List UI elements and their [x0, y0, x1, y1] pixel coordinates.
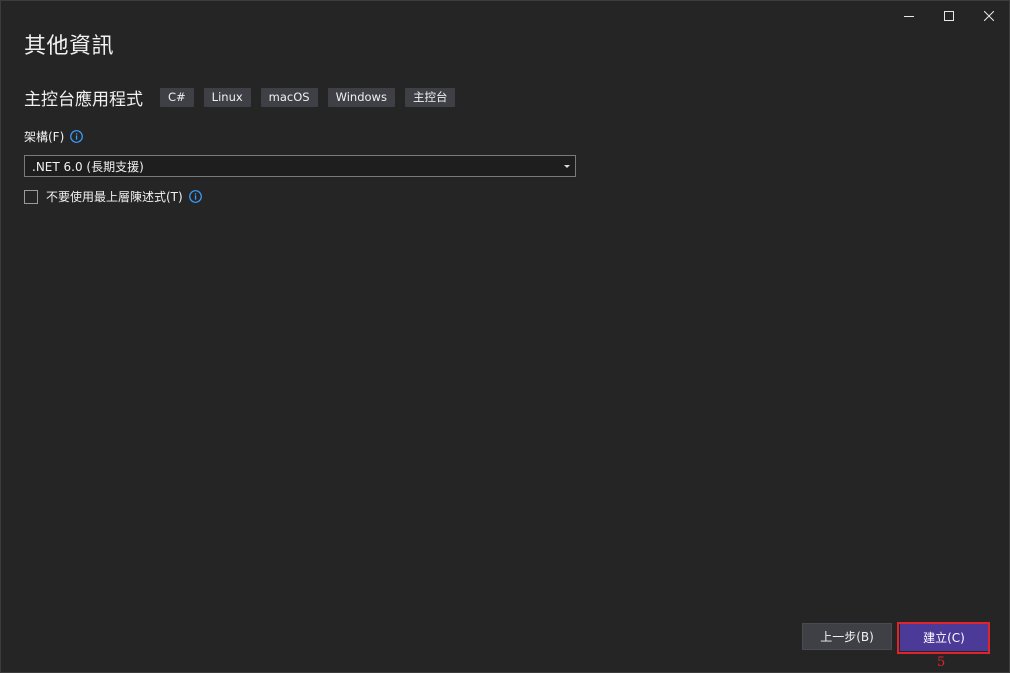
dialog-window: 其他資訊 主控台應用程式 C# Linux macOS Windows 主控台 …	[0, 0, 1010, 673]
project-template-name: 主控台應用程式	[24, 90, 143, 110]
back-button[interactable]: 上一步(B)	[802, 623, 892, 650]
minimize-icon	[904, 11, 914, 21]
info-icon[interactable]	[188, 190, 202, 203]
close-button[interactable]	[969, 1, 1009, 31]
framework-selected-value: .NET 6.0 (長期支援)	[32, 159, 144, 174]
window-controls	[889, 1, 1009, 31]
tag-platform-linux: Linux	[203, 88, 251, 107]
tag-platform-windows: Windows	[327, 88, 395, 107]
tag-language: C#	[160, 88, 194, 107]
top-level-statements-label[interactable]: 不要使用最上層陳述式(T)	[46, 188, 183, 205]
top-level-statements-row: 不要使用最上層陳述式(T)	[24, 188, 202, 205]
step-marker: 5	[937, 655, 946, 670]
top-level-statements-checkbox[interactable]	[24, 189, 38, 204]
close-icon	[984, 11, 994, 21]
maximize-icon	[944, 11, 954, 21]
project-header: 主控台應用程式 C# Linux macOS Windows 主控台	[24, 85, 465, 110]
project-tags: C# Linux macOS Windows 主控台	[160, 88, 465, 107]
framework-dropdown[interactable]: .NET 6.0 (長期支援)	[24, 155, 576, 177]
tag-project-type: 主控台	[404, 88, 456, 107]
minimize-button[interactable]	[889, 1, 929, 31]
page-title: 其他資訊	[24, 34, 115, 59]
chevron-down-icon	[564, 164, 570, 168]
tag-platform-macos: macOS	[260, 88, 318, 107]
maximize-button[interactable]	[929, 1, 969, 31]
framework-label-row: 架構(F)	[24, 128, 84, 145]
info-icon[interactable]	[70, 130, 84, 143]
framework-label: 架構(F)	[24, 130, 65, 144]
create-button[interactable]: 建立(C)	[900, 624, 988, 651]
